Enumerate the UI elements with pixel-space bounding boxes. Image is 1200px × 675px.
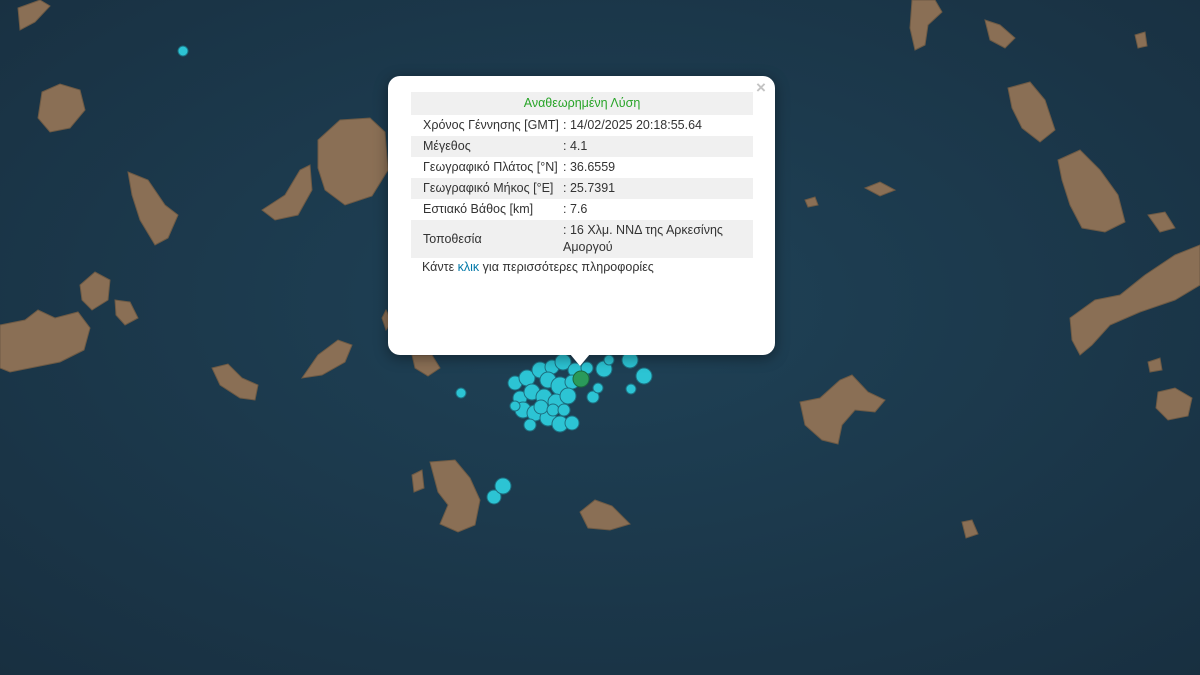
row-value: : 25.7391 [563,181,616,195]
row-label: Χρόνος Γέννησης [GMT] [423,118,559,132]
earthquake-marker [557,403,571,417]
earthquake-marker [592,382,604,394]
row-value: : 14/02/2025 20:18:55.64 [563,118,703,132]
row-value: : 36.6559 [563,160,616,174]
table-row: Γεωγραφικό Πλάτος [°N] : 36.6559 [411,157,753,178]
earthquake-marker [455,387,467,399]
earthquake-marker [559,387,577,405]
row-value: : 16 Χλμ. ΝΝΔ της Αρκεσίνης Αμοργού [563,223,723,254]
earthquake-marker [533,399,549,415]
earthquake-info-table: Αναθεωρημένη Λύση Χρόνος Γέννησης [GMT] … [411,92,753,258]
earthquake-marker [523,418,537,432]
earthquake-marker [564,415,580,431]
popup-tip [570,354,590,366]
earthquake-marker [603,354,615,366]
table-row: Γεωγραφικό Μήκος [°E] : 25.7391 [411,178,753,199]
earthquake-marker [177,45,189,57]
row-label: Γεωγραφικό Μήκος [°E] [423,181,554,195]
solution-status-header: Αναθεωρημένη Λύση [411,92,753,115]
table-row: Μέγεθος : 4.1 [411,136,753,157]
footer-text: Κάντε [422,260,458,274]
earthquake-marker [546,403,560,417]
selected-earthquake-marker[interactable] [572,370,590,388]
table-row: Τοποθεσία : 16 Χλμ. ΝΝΔ της Αρκεσίνης Αμ… [411,220,753,258]
earthquake-marker [509,400,521,412]
more-info-footer: Κάντε κλικ για περισσότερες πληροφορίες [411,260,753,274]
row-label: Εστιακό Βάθος [km] [423,202,534,216]
earthquake-marker [625,383,637,395]
close-popup-button[interactable]: × [754,79,768,96]
earthquake-popup: × Αναθεωρημένη Λύση Χρόνος Γέννησης [GMT… [388,76,775,355]
row-label: Μέγεθος [423,139,471,153]
more-info-link[interactable]: κλικ [458,260,480,274]
table-row: Χρόνος Γέννησης [GMT] : 14/02/2025 20:18… [411,115,753,136]
earthquake-marker [635,367,653,385]
table-row: Εστιακό Βάθος [km] : 7.6 [411,199,753,220]
row-value: : 7.6 [563,202,588,216]
row-label: Γεωγραφικό Πλάτος [°N] [423,160,558,174]
footer-text: για περισσότερες πληροφορίες [479,260,654,274]
row-value: : 4.1 [563,139,588,153]
row-label: Τοποθεσία [423,231,482,246]
earthquake-marker [494,477,512,495]
